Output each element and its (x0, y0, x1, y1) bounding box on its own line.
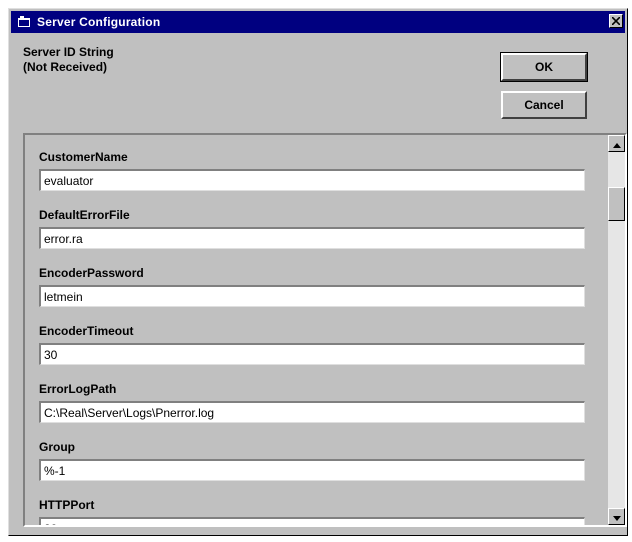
encodertimeout-input[interactable]: 30 (39, 343, 585, 365)
defaulterrorfile-input[interactable]: error.ra (39, 227, 585, 249)
vertical-scrollbar[interactable] (608, 135, 625, 525)
close-button[interactable] (609, 14, 623, 28)
field-encoderpassword: EncoderPassword letmein (39, 265, 585, 307)
server-id-label: Server ID String (23, 45, 114, 59)
errorlogpath-input[interactable]: C:\Real\Server\Logs\Pnerror.log (39, 401, 585, 423)
close-icon (611, 12, 621, 30)
field-errorlogpath: ErrorLogPath C:\Real\Server\Logs\Pnerror… (39, 381, 585, 423)
cancel-button[interactable]: Cancel (501, 91, 587, 119)
httpport-input[interactable]: 80 (39, 517, 585, 525)
server-id-value: (Not Received) (23, 60, 108, 74)
field-defaulterrorfile: DefaultErrorFile error.ra (39, 207, 585, 249)
scroll-down-arrow-icon (612, 508, 621, 526)
field-label: HTTPPort (39, 498, 95, 512)
field-group: Group %-1 (39, 439, 585, 481)
title-bar[interactable]: Server Configuration (11, 11, 625, 33)
field-label: ErrorLogPath (39, 382, 117, 396)
field-httpport: HTTPPort 80 (39, 497, 585, 525)
window-title: Server Configuration (37, 15, 161, 29)
app-icon (17, 15, 31, 29)
field-label: EncoderTimeout (39, 324, 134, 338)
encoderpassword-input[interactable]: letmein (39, 285, 585, 307)
scroll-up-button[interactable] (608, 135, 625, 152)
field-label: DefaultErrorFile (39, 208, 130, 222)
server-configuration-dialog: Server Configuration Server ID String (N… (8, 8, 628, 536)
field-label: EncoderPassword (39, 266, 144, 280)
server-id-block: Server ID String (Not Received) (23, 45, 114, 75)
scroll-down-button[interactable] (608, 508, 625, 525)
scrollbar-thumb[interactable] (608, 187, 625, 221)
field-label: Group (39, 440, 75, 454)
ok-button[interactable]: OK (501, 53, 587, 81)
customername-input[interactable]: evaluator (39, 169, 585, 191)
group-input[interactable]: %-1 (39, 459, 585, 481)
field-encodertimeout: EncoderTimeout 30 (39, 323, 585, 365)
properties-panel: CustomerName evaluator DefaultErrorFile … (23, 133, 627, 527)
field-customername: CustomerName evaluator (39, 149, 585, 191)
field-label: CustomerName (39, 150, 128, 164)
scroll-up-arrow-icon (612, 135, 621, 153)
